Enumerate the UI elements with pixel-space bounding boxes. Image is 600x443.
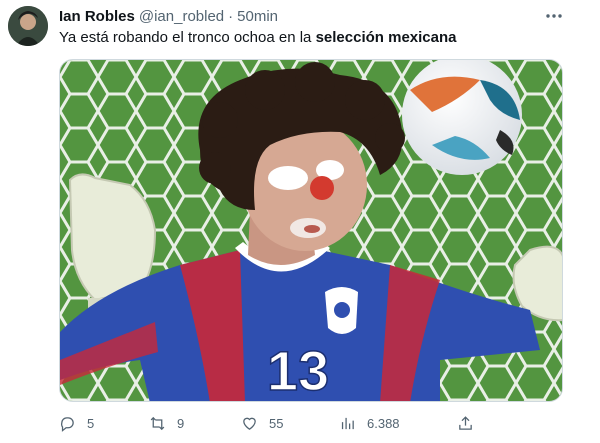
views-chart-icon	[341, 417, 354, 429]
tweet-text-bold: selección mexicana	[315, 29, 457, 46]
avatar[interactable]	[8, 6, 48, 46]
more-dots-icon[interactable]	[543, 6, 565, 26]
tweet-text-plain: Ya está robando el tronco ochoa en la	[59, 29, 316, 46]
like-count: 55	[269, 415, 284, 431]
views-button[interactable]: 6.388	[339, 415, 400, 432]
repost-button[interactable]: 9	[149, 415, 184, 432]
separator-dot: ·	[228, 7, 234, 25]
author-name[interactable]: Ian Robles	[59, 8, 135, 25]
timestamp[interactable]: 50min	[237, 8, 278, 25]
reply-icon	[61, 416, 74, 432]
like-button[interactable]: 55	[241, 415, 283, 432]
repost-count: 9	[177, 415, 185, 431]
reply-count: 5	[87, 415, 95, 431]
view-count: 6.388	[367, 415, 400, 431]
tweet-header: Ian Robles @ian_robled · 50min	[59, 6, 278, 26]
goalkeeper-photo: 13	[60, 60, 562, 402]
share-icon	[459, 415, 472, 430]
tweet[interactable]: Ian Robles @ian_robled · 50min Ya está r…	[0, 0, 600, 443]
shirt-number: 13	[267, 339, 329, 402]
share-button[interactable]	[457, 415, 474, 432]
avatar-image	[8, 6, 48, 46]
tweet-image[interactable]: 13	[59, 59, 563, 402]
repost-icon	[150, 416, 165, 430]
heart-icon	[243, 417, 256, 430]
author-handle[interactable]: @ian_robled	[139, 8, 224, 25]
action-bar: 5 9 55 6.388	[59, 412, 479, 434]
tweet-text: Ya está robando el tronco ochoa en la se…	[59, 28, 457, 48]
reply-button[interactable]: 5	[59, 415, 94, 432]
